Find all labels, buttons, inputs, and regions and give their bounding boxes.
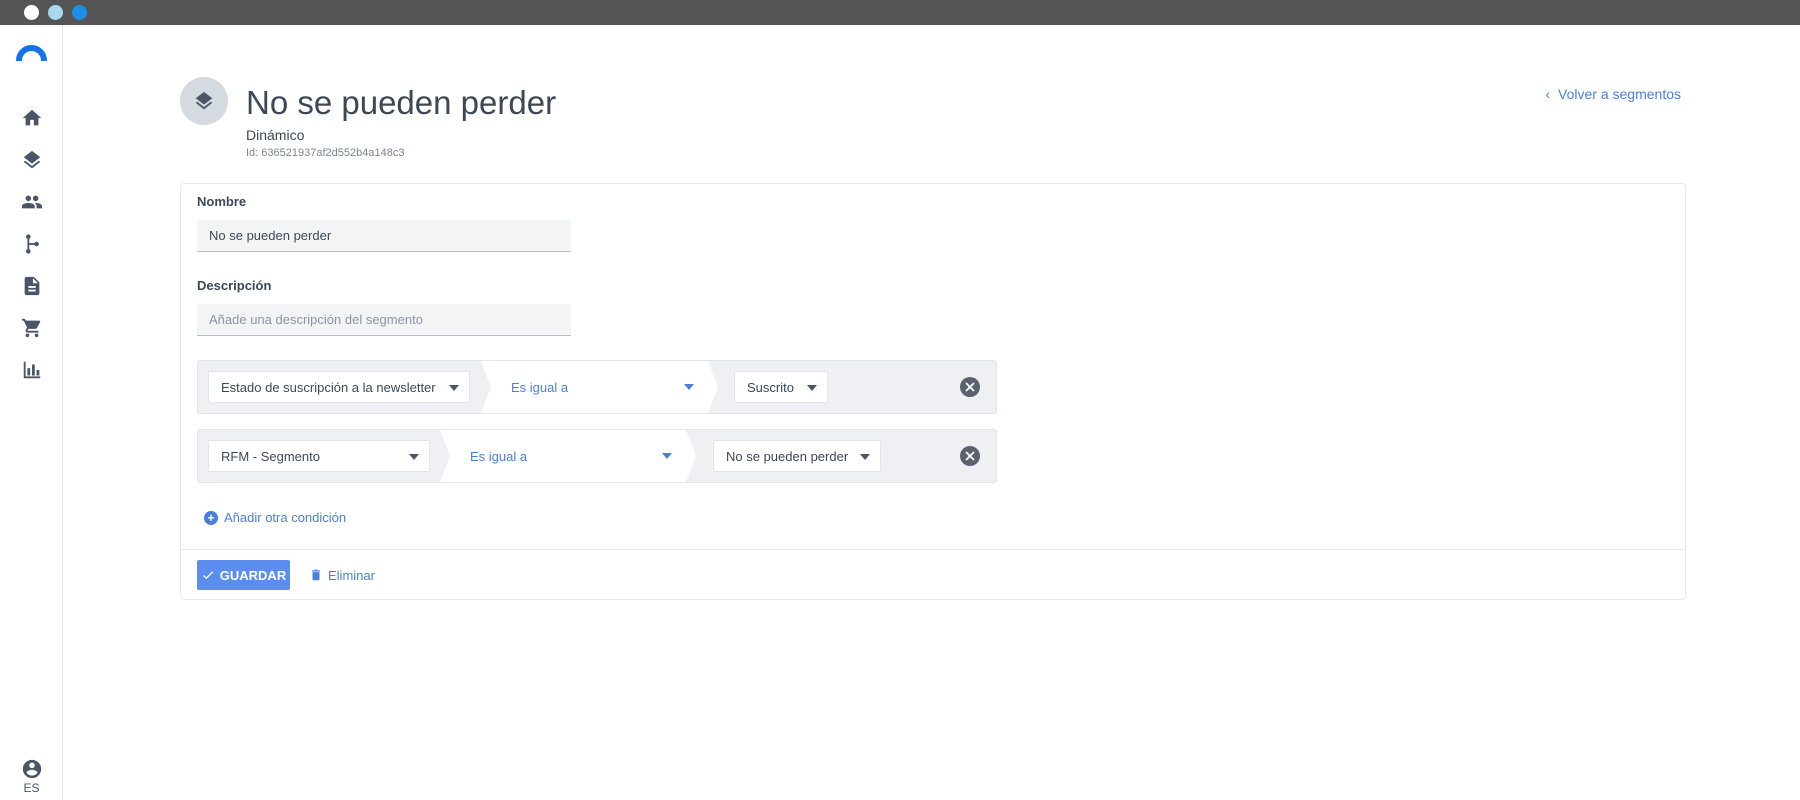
window-minimize-button[interactable]: [48, 5, 63, 20]
flow-icon: [26, 234, 39, 254]
window-close-button[interactable]: [24, 5, 39, 20]
sidebar-item-templates[interactable]: [19, 273, 45, 299]
chevron-left-icon: ‹: [1545, 86, 1551, 102]
back-link-label: Volver a segmentos: [1558, 86, 1681, 102]
segment-type: Dinámico: [246, 127, 305, 143]
sidebar-item-home[interactable]: [19, 105, 45, 131]
segment-form-card: Nombre Descripción Estado de suscripción…: [180, 183, 1686, 600]
sidebar: ES: [0, 25, 63, 800]
name-label: Nombre: [197, 194, 247, 209]
account-circle-icon: [22, 759, 41, 779]
condition-operator-value: Es igual a: [470, 448, 528, 464]
brand-logo[interactable]: [16, 45, 47, 61]
condition-value-select[interactable]: No se pueden perder: [713, 440, 881, 472]
condition-value-select[interactable]: Suscrito: [734, 371, 828, 403]
condition-value-text: No se pueden perder: [726, 448, 849, 464]
add-circle-icon: +: [204, 510, 218, 525]
page-title: No se pueden perder: [246, 84, 557, 121]
add-condition-label: Añadir otra condición: [224, 510, 347, 525]
condition-operator-select[interactable]: Es igual a: [440, 430, 696, 482]
people-icon: [21, 195, 43, 209]
close-icon: [965, 382, 975, 392]
back-to-segments-link[interactable]: ‹ Volver a segmentos: [1545, 86, 1681, 102]
trash-icon: [311, 569, 321, 581]
user-menu[interactable]: ES: [0, 758, 63, 795]
description-label: Descripción: [197, 278, 272, 293]
sidebar-item-segments[interactable]: [19, 147, 45, 173]
delete-button[interactable]: Eliminar: [309, 560, 375, 590]
caret-down-icon: [860, 454, 870, 460]
delete-button-label: Eliminar: [328, 567, 375, 583]
layers-icon: [23, 150, 41, 169]
window-titlebar: [0, 0, 1800, 25]
sidebar-item-ecommerce[interactable]: [19, 315, 45, 341]
condition-operator-value: Es igual a: [511, 379, 569, 395]
home-icon: [22, 109, 42, 126]
remove-condition-button[interactable]: [960, 446, 980, 466]
bar-chart-icon: [23, 361, 41, 379]
name-input[interactable]: [197, 220, 571, 252]
condition-row: Estado de suscripción a la newsletter Es…: [197, 360, 997, 414]
check-icon: [202, 571, 214, 580]
segment-avatar: [180, 77, 228, 125]
document-icon: [24, 276, 40, 296]
description-input[interactable]: [197, 304, 571, 336]
condition-value-text: Suscrito: [747, 379, 794, 395]
sidebar-item-contacts[interactable]: [19, 189, 45, 215]
window-maximize-button[interactable]: [72, 5, 87, 20]
save-button[interactable]: GUARDAR: [197, 560, 290, 590]
caret-down-icon: [662, 453, 672, 459]
language-label[interactable]: ES: [0, 781, 63, 795]
segment-id: Id: 636521937af2d552b4a148c3: [246, 147, 405, 159]
save-button-label: GUARDAR: [219, 567, 287, 583]
condition-field-value: RFM - Segmento: [221, 448, 320, 464]
condition-row: RFM - Segmento Es igual a No se pueden p…: [197, 429, 997, 483]
condition-operator-select[interactable]: Es igual a: [481, 361, 718, 413]
caret-down-icon: [449, 385, 459, 391]
sidebar-item-flows[interactable]: [19, 231, 45, 257]
add-condition-button[interactable]: + Añadir otra condición: [204, 510, 346, 525]
caret-down-icon: [409, 454, 419, 460]
divider: [181, 549, 1685, 550]
caret-down-icon: [684, 384, 694, 390]
condition-field-value: Estado de suscripción a la newsletter: [221, 379, 436, 395]
remove-condition-button[interactable]: [960, 377, 980, 397]
close-icon: [965, 451, 975, 461]
sidebar-item-reports[interactable]: [19, 357, 45, 383]
cart-icon: [21, 318, 41, 338]
caret-down-icon: [807, 385, 817, 391]
layers-icon: [195, 91, 213, 110]
condition-field-select[interactable]: Estado de suscripción a la newsletter: [208, 371, 470, 403]
condition-field-select[interactable]: RFM - Segmento: [208, 440, 430, 472]
